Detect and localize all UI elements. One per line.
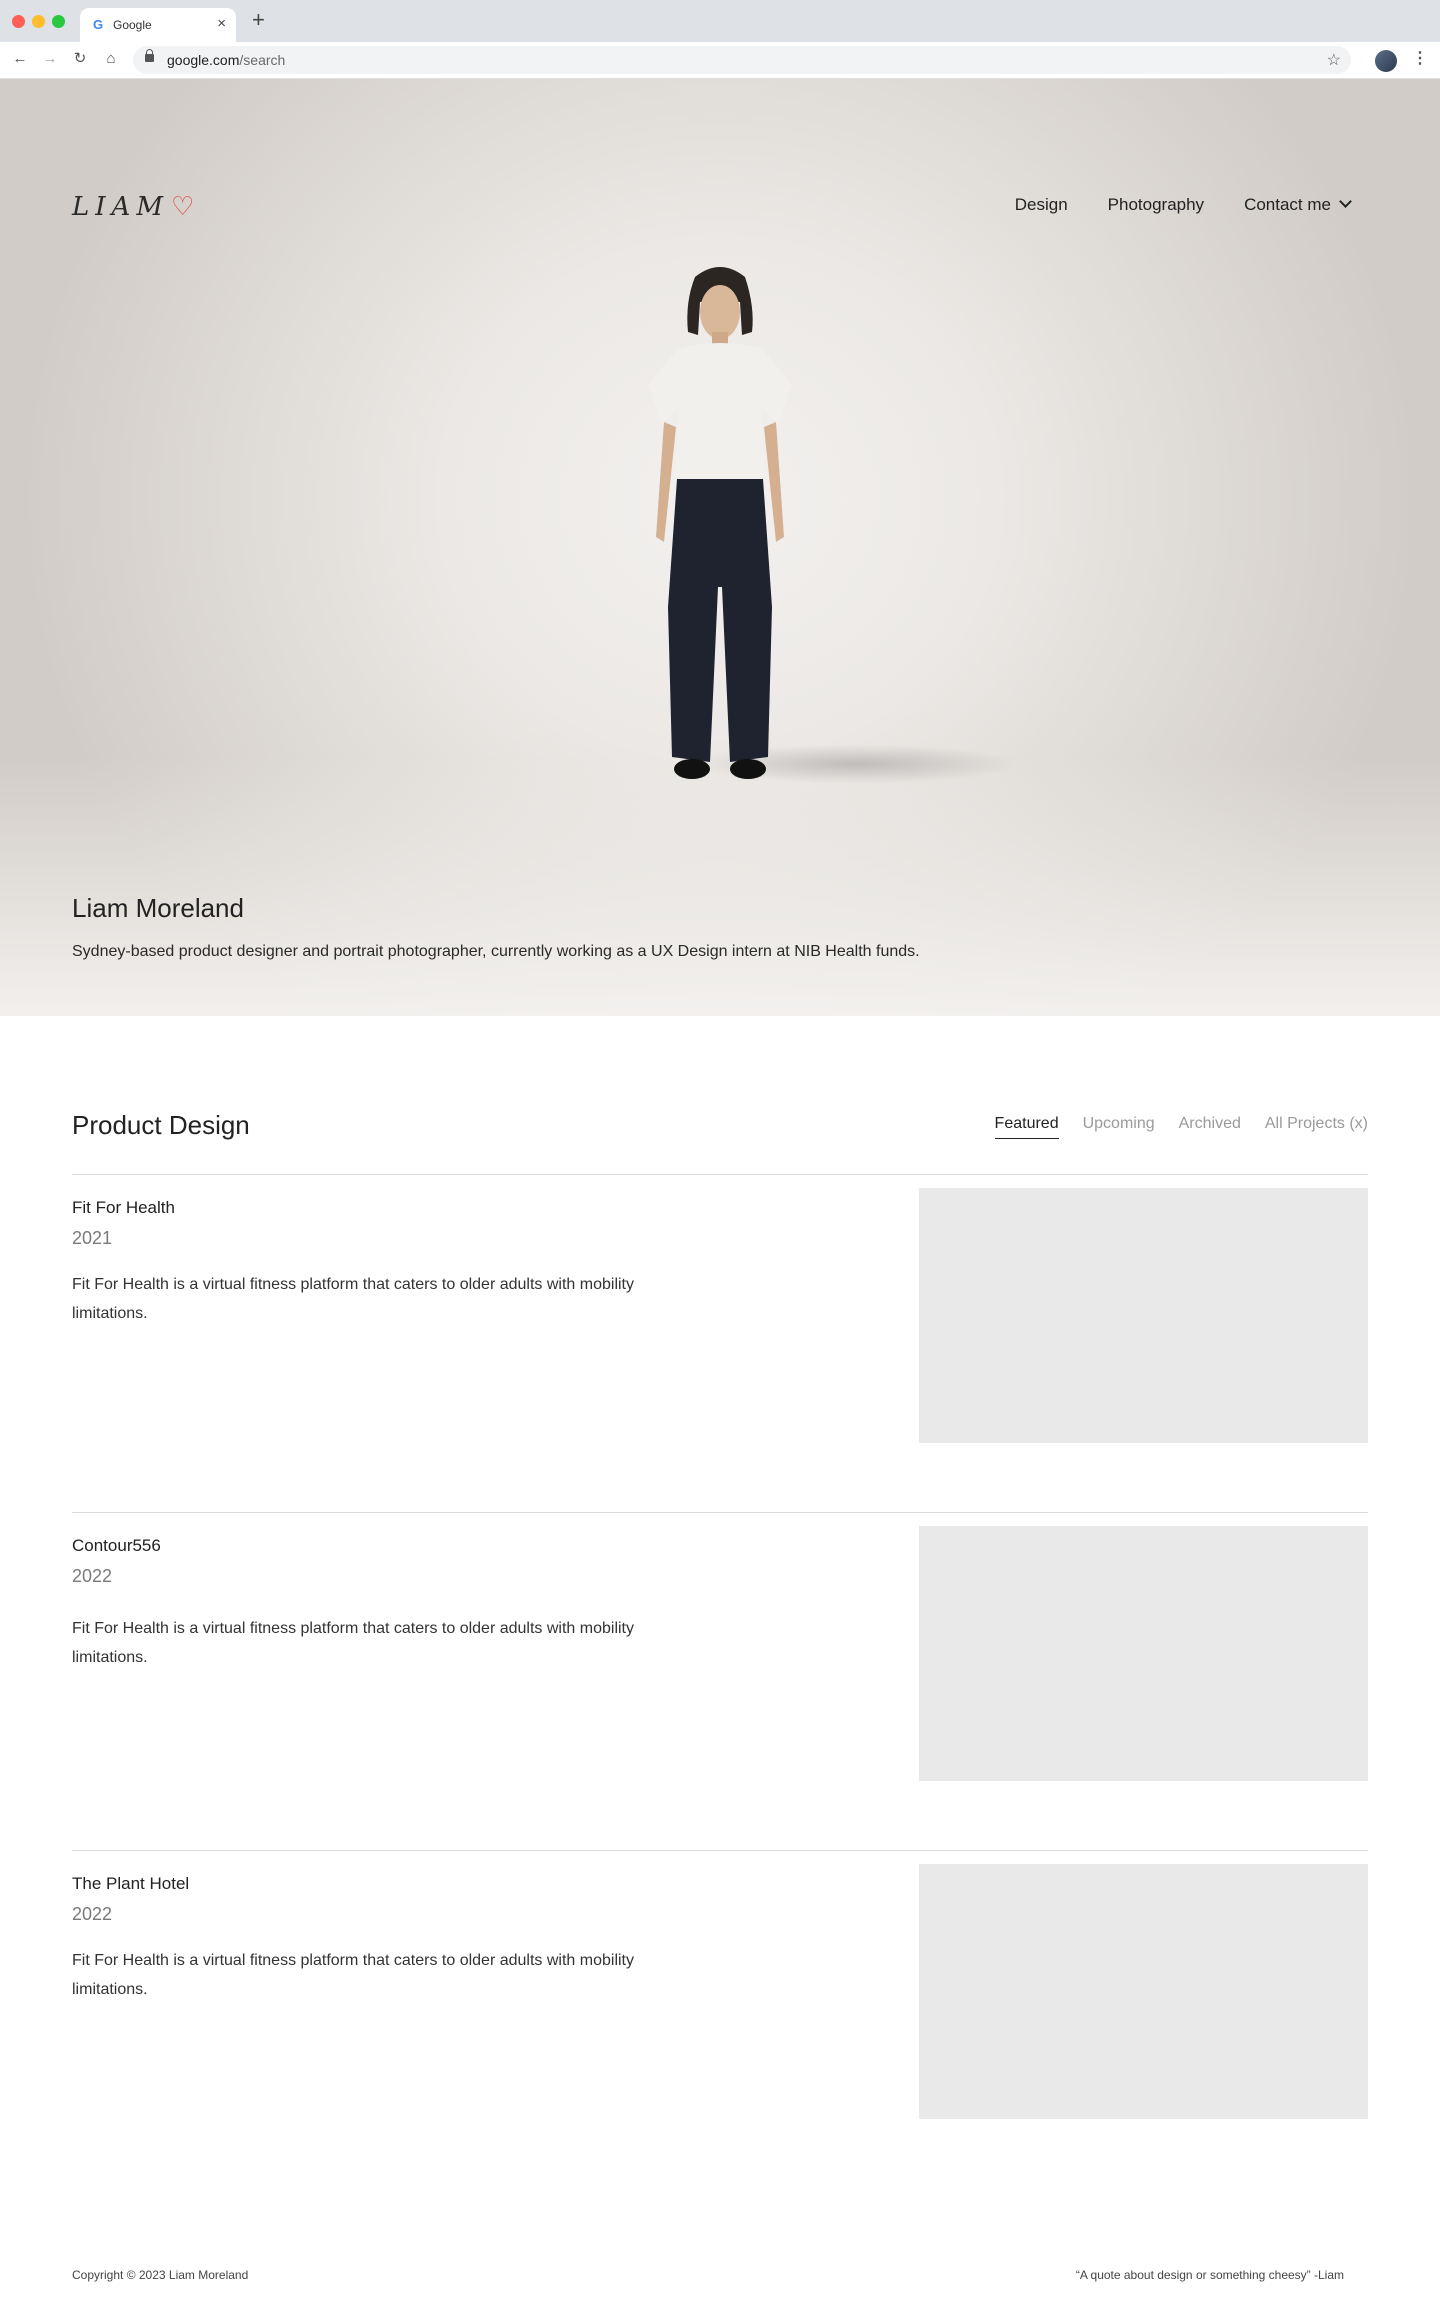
google-favicon-icon: G <box>92 17 104 32</box>
window-minimize-dot[interactable] <box>32 15 45 28</box>
project-name[interactable]: The Plant Hotel <box>72 1874 189 1894</box>
hero-section: LIAM♡ Design Photography Contact me Liam… <box>0 79 1440 1016</box>
kebab-menu-icon[interactable]: ⋮ <box>1412 48 1428 68</box>
window-maximize-dot[interactable] <box>52 15 65 28</box>
main-nav: Design Photography Contact me <box>1015 195 1352 215</box>
footer-copyright: Copyright © 2023 Liam Moreland <box>72 2268 249 2282</box>
project-year: 2021 <box>72 1228 113 1248</box>
browser-toolbar: ← → ↻ ⌂ google.com/search ☆ ⋮ <box>0 42 1440 79</box>
project-filter-tabs: Featured Upcoming Archived All Projects … <box>994 1115 1368 1139</box>
project-thumbnail[interactable] <box>919 1864 1368 2119</box>
site-logo[interactable]: LIAM♡ <box>72 192 194 222</box>
project-description: Fit For Health is a virtual fitness plat… <box>72 1620 634 1666</box>
section-title: Product Design <box>72 1110 250 1140</box>
project-thumbnail[interactable] <box>919 1526 1368 1781</box>
project-card[interactable]: Fit For Health 2021 Fit For Health is a … <box>72 1188 1368 1458</box>
lock-icon <box>145 49 154 62</box>
divider <box>72 1174 1368 1175</box>
divider <box>72 1850 1368 1851</box>
bookmark-star-icon[interactable]: ☆ <box>1327 50 1341 70</box>
footer-quote: “A quote about design or something chees… <box>1075 2268 1344 2282</box>
project-year: 2022 <box>72 1566 113 1586</box>
window-close-dot[interactable] <box>12 15 25 28</box>
nav-photography[interactable]: Photography <box>1108 195 1204 215</box>
browser-tab[interactable]: G Google × <box>80 8 236 42</box>
project-thumbnail[interactable] <box>919 1188 1368 1443</box>
nav-contact[interactable]: Contact me <box>1244 195 1352 215</box>
tab-archived[interactable]: Archived <box>1179 1115 1241 1139</box>
tab-all-projects[interactable]: All Projects (x) <box>1265 1115 1368 1139</box>
hero-bio: Sydney-based product designer and portra… <box>72 943 920 960</box>
tab-featured[interactable]: Featured <box>994 1115 1059 1139</box>
project-name[interactable]: Fit For Health <box>72 1198 175 1218</box>
url-text: google.com/search <box>167 52 286 68</box>
project-name[interactable]: Contour556 <box>72 1536 161 1556</box>
project-card[interactable]: Contour556 2022 Fit For Health is a virt… <box>72 1526 1368 1796</box>
project-description: Fit For Health is a virtual fitness plat… <box>72 1952 634 1998</box>
new-tab-icon[interactable]: + <box>252 9 265 31</box>
browser-tab-bar: G Google × + <box>0 0 1440 42</box>
portrait-photo <box>648 267 792 779</box>
project-card[interactable]: The Plant Hotel 2022 Fit For Health is a… <box>72 1864 1368 2134</box>
back-arrow-icon[interactable]: ← <box>10 49 30 69</box>
nav-design[interactable]: Design <box>1015 195 1068 215</box>
tab-upcoming[interactable]: Upcoming <box>1083 1115 1155 1139</box>
hero-name: Liam Moreland <box>72 893 244 923</box>
heart-icon: ♡ <box>170 192 195 222</box>
reload-icon[interactable]: ↻ <box>70 49 90 69</box>
home-icon[interactable]: ⌂ <box>101 49 121 69</box>
tab-title: Google <box>113 18 152 32</box>
forward-arrow-icon[interactable]: → <box>40 49 60 69</box>
address-bar[interactable]: google.com/search ☆ <box>133 46 1351 74</box>
project-year: 2022 <box>72 1904 113 1924</box>
project-description: Fit For Health is a virtual fitness plat… <box>72 1276 634 1322</box>
close-icon[interactable]: × <box>217 15 226 32</box>
divider <box>72 1512 1368 1513</box>
profile-avatar[interactable] <box>1375 50 1397 72</box>
chevron-down-icon <box>1339 195 1352 208</box>
